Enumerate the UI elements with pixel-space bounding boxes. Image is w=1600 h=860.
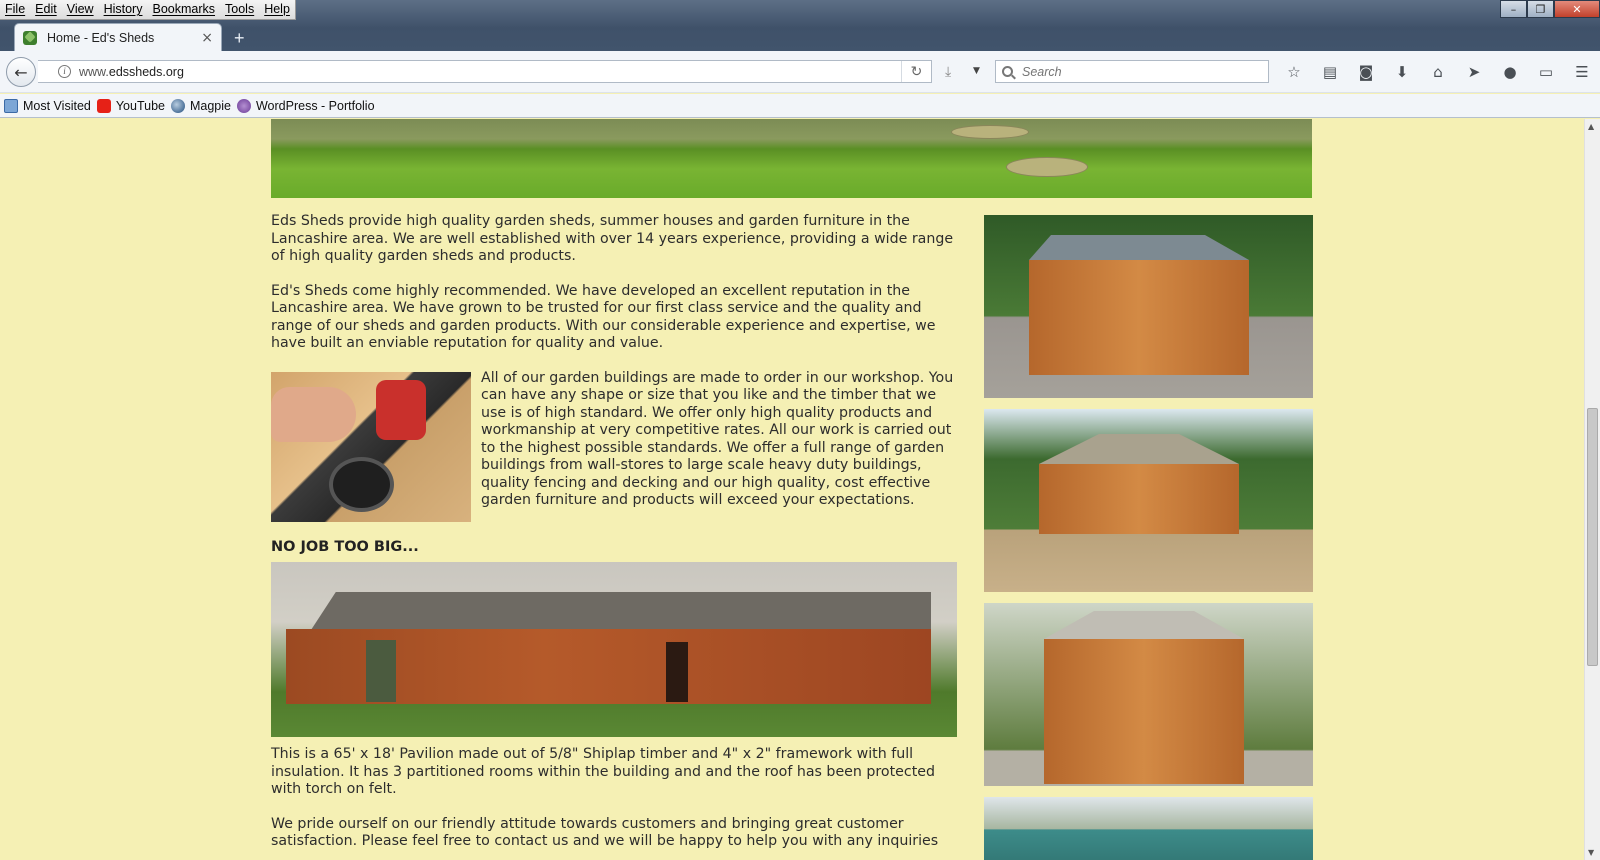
stepping-stone	[951, 125, 1029, 139]
reading-list-icon[interactable]: ▤	[1312, 60, 1348, 84]
workshop-section: All of our garden buildings are made to …	[271, 370, 957, 522]
intro-paragraph: Eds Sheds provide high quality garden sh…	[271, 213, 954, 264]
menu-history[interactable]: History	[99, 0, 148, 19]
summer-house-body	[1039, 464, 1239, 534]
url-prefix: www.	[79, 64, 109, 79]
page-viewport: Eds Sheds provide high quality garden sh…	[0, 119, 1584, 860]
coil-shape	[329, 456, 394, 512]
dropdown-arrow-icon[interactable]: ▼	[973, 66, 980, 76]
chat-icon[interactable]: ●	[1492, 60, 1528, 84]
search-icon	[1002, 66, 1013, 77]
pavilion-doorway	[666, 642, 688, 702]
garden-banner-image	[271, 119, 1312, 198]
no-job-too-big-heading: NO JOB TOO BIG...	[271, 538, 419, 555]
tab-home[interactable]: Home - Ed's Sheds ×	[14, 23, 222, 52]
shed-body	[1029, 260, 1249, 375]
menu-tools[interactable]: Tools	[220, 0, 259, 19]
menu-edit[interactable]: Edit	[30, 0, 62, 19]
page-text-column: Eds Sheds provide high quality garden sh…	[271, 213, 957, 860]
shed-photo	[984, 215, 1313, 398]
corner-house-roof	[1044, 611, 1244, 639]
menu-view[interactable]: View	[62, 0, 99, 19]
summer-house-photo	[984, 409, 1313, 592]
bookmark-youtube[interactable]: YouTube	[96, 98, 165, 113]
close-window-button[interactable]: ✕	[1554, 0, 1600, 18]
site-info-icon[interactable]: i	[58, 65, 71, 78]
maximize-button[interactable]: ❐	[1527, 0, 1554, 18]
pavilion-roof	[311, 592, 931, 630]
pocket-icon[interactable]: ◙	[1348, 60, 1384, 84]
scroll-up-icon[interactable]: ▲	[1588, 122, 1594, 131]
menu-file[interactable]: File	[0, 0, 30, 19]
menu-bar: File Edit View History Bookmarks Tools H…	[0, 0, 296, 20]
navigation-toolbar: ← i www.edssheds.org ↻ ⤓ ▼ ☆ ▤ ◙ ⬇ ⌂ ➤ ●…	[0, 51, 1600, 93]
bookmark-most-visited[interactable]: Most Visited	[4, 98, 91, 113]
stepping-stone	[1006, 157, 1088, 177]
hand-shape	[271, 386, 356, 442]
corner-summer-house-photo	[984, 603, 1313, 786]
nailer-shape	[376, 379, 426, 440]
url-text[interactable]: www.edssheds.org	[79, 65, 901, 79]
minimize-button[interactable]: –	[1500, 0, 1527, 18]
hamburger-menu-icon[interactable]: ☰	[1564, 60, 1600, 84]
tab-title: Home - Ed's Sheds	[47, 31, 155, 45]
new-tab-button[interactable]: +	[234, 28, 245, 49]
scroll-down-icon[interactable]: ▼	[1588, 848, 1594, 857]
green-shed-photo	[984, 797, 1313, 860]
back-arrow-icon: ←	[14, 62, 28, 82]
tab-close-icon[interactable]: ×	[201, 30, 213, 46]
youtube-icon	[96, 98, 111, 113]
toolbar-icons: ☆ ▤ ◙ ⬇ ⌂ ➤ ● ▭ ☰	[1276, 60, 1600, 84]
pavilion-paragraph: This is a 65' x 18' Pavilion made out of…	[271, 746, 935, 797]
url-bar[interactable]: i www.edssheds.org ↻	[38, 60, 932, 83]
bookmark-wordpress-portfolio[interactable]: WordPress - Portfolio	[236, 98, 375, 113]
download-icon[interactable]: ⤓	[945, 64, 951, 80]
pavilion-door	[366, 640, 396, 702]
most-visited-icon	[4, 98, 18, 113]
bookmark-label: Most Visited	[23, 98, 91, 113]
vertical-scrollbar[interactable]: ▲ ▼	[1584, 119, 1600, 860]
menu-help[interactable]: Help	[259, 0, 295, 19]
menu-bookmarks[interactable]: Bookmarks	[147, 0, 220, 19]
bookmark-label: YouTube	[115, 98, 165, 113]
scrollbar-thumb[interactable]	[1587, 408, 1598, 666]
corner-house-body	[1044, 639, 1244, 784]
window-controls: – ❐ ✕	[1500, 0, 1600, 18]
search-box[interactable]	[995, 60, 1269, 83]
shed-roof	[1029, 235, 1249, 260]
shed-favicon-icon	[23, 31, 37, 45]
window-icon[interactable]: ▭	[1528, 60, 1564, 84]
bookmark-label: Magpie	[189, 98, 231, 113]
shed-gallery	[984, 215, 1313, 860]
summer-house-roof	[1039, 434, 1239, 464]
wordpress-icon	[236, 98, 251, 113]
customer-paragraph: We pride ourself on our friendly attitud…	[271, 815, 939, 850]
downloads-icon[interactable]: ⬇	[1384, 60, 1420, 84]
magpie-icon	[170, 98, 185, 113]
bookmark-label: WordPress - Portfolio	[255, 98, 375, 113]
send-icon[interactable]: ➤	[1456, 60, 1492, 84]
search-input[interactable]	[1022, 64, 1252, 79]
bookmarks-toolbar: Most Visited YouTube Magpie WordPress - …	[0, 94, 1600, 118]
nail-gun-photo	[271, 371, 471, 522]
bookmark-magpie[interactable]: Magpie	[170, 98, 231, 113]
reload-icon[interactable]: ↻	[901, 61, 931, 82]
home-icon[interactable]: ⌂	[1420, 60, 1456, 84]
reputation-paragraph: Ed's Sheds come highly recommended. We h…	[271, 282, 936, 352]
window-titlebar: File Edit View History Bookmarks Tools H…	[0, 0, 1600, 52]
back-button[interactable]: ←	[6, 57, 36, 87]
url-domain: edssheds.org	[108, 64, 184, 79]
bookmark-star-icon[interactable]: ☆	[1276, 60, 1312, 84]
pavilion-photo	[271, 562, 957, 737]
